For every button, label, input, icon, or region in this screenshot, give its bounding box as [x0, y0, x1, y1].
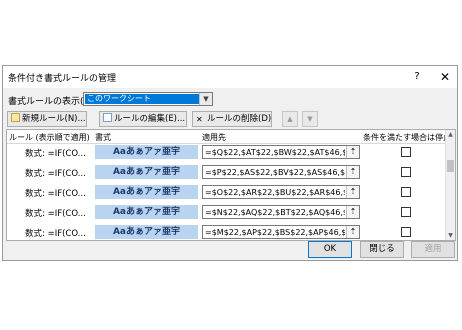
table-row[interactable]: 数式: =IF(CO... Aaあぁアァ亜宇 =$N$22,$AQ$22,$BT…: [7, 203, 447, 222]
table-row[interactable]: 数式: =IF(CO... Aaあぁアァ亜宇 =$M$22,$AP$22,$BS…: [7, 223, 447, 240]
table-header: ルール (表示順で適用) 書式 適用先 条件を満たす場合は停止: [7, 130, 451, 144]
header-format: 書式: [95, 133, 111, 142]
table-row[interactable]: 数式: =IF(CO... Aaあぁアァ亜宇 =$O$22,$AR$22,$BU…: [7, 183, 447, 202]
edit-rule-button[interactable]: ルールの編集(E)...: [99, 111, 187, 127]
range-select-icon[interactable]: ⇡: [346, 206, 359, 218]
rule-formula: 数式: =IF(CO...: [25, 189, 86, 199]
close-icon[interactable]: ✕: [434, 69, 456, 85]
range-select-icon[interactable]: ⇡: [346, 166, 359, 178]
applies-to-field[interactable]: =$P$22,$AS$22,$BV$22,$AS$46,$BV$46 ⇡: [202, 165, 360, 179]
chevron-down-icon[interactable]: ▼: [199, 93, 212, 105]
range-select-icon[interactable]: ⇡: [346, 226, 359, 238]
range-select-icon[interactable]: ⇡: [346, 146, 359, 158]
scroll-down-icon[interactable]: ▼: [446, 231, 455, 240]
vertical-scrollbar[interactable]: ▲ ▼: [445, 130, 455, 240]
stop-if-true-checkbox[interactable]: [401, 227, 411, 237]
applies-to-text: =$P$22,$AS$22,$BV$22,$AS$46,$BV$46: [205, 168, 345, 177]
rule-formula: 数式: =IF(CO...: [25, 149, 86, 159]
move-down-button[interactable]: ▼: [302, 111, 318, 127]
move-up-button[interactable]: ▲: [282, 111, 298, 127]
delete-x-icon: ✕: [196, 115, 203, 124]
apply-button[interactable]: 適用: [411, 241, 455, 258]
rule-toolbar: 新規ルール(N)... ルールの編集(E)... ✕ ルールの削除(D) ▲ ▼: [6, 111, 454, 129]
rule-formula: 数式: =IF(CO...: [25, 229, 86, 239]
close-button[interactable]: 閉じる: [360, 241, 404, 258]
applies-to-field[interactable]: =$Q$22,$AT$22,$BW$22,$AT$46,$BW$46 ⇡: [202, 145, 360, 159]
header-applies-to: 適用先: [202, 133, 226, 142]
header-rule: ルール (表示順で適用): [9, 133, 90, 142]
applies-to-text: =$N$22,$AQ$22,$BT$22,$AQ$46,$BT$46: [205, 208, 345, 217]
applies-to-field[interactable]: =$O$22,$AR$22,$BU$22,$AR$46,$BU$46 ⇡: [202, 185, 360, 199]
title-bar: 条件付き書式ルールの管理 ? ✕: [3, 66, 457, 88]
format-preview: Aaあぁアァ亜宇: [95, 225, 198, 239]
table-row[interactable]: 数式: =IF(CO... Aaあぁアァ亜宇 =$P$22,$AS$22,$BV…: [7, 163, 447, 182]
stop-if-true-checkbox[interactable]: [401, 207, 411, 217]
conditional-format-dialog: 条件付き書式ルールの管理 ? ✕ 書式ルールの表示(S): このワークシート ▼…: [2, 65, 458, 261]
format-preview: Aaあぁアァ亜宇: [95, 185, 198, 199]
new-rule-button[interactable]: 新規ルール(N)...: [7, 111, 87, 127]
scroll-up-icon[interactable]: ▲: [446, 130, 455, 139]
applies-to-text: =$O$22,$AR$22,$BU$22,$AR$46,$BU$46: [205, 188, 345, 197]
ok-button[interactable]: OK: [308, 241, 352, 258]
format-preview: Aaあぁアァ亜宇: [95, 145, 198, 159]
applies-to-text: =$Q$22,$AT$22,$BW$22,$AT$46,$BW$46: [205, 148, 345, 157]
edit-rule-icon: [103, 113, 112, 122]
header-stop-if-true: 条件を満たす場合は停止: [363, 133, 451, 142]
rule-formula: 数式: =IF(CO...: [25, 169, 86, 179]
scroll-thumb[interactable]: [447, 160, 454, 172]
applies-to-field[interactable]: =$M$22,$AP$22,$BS$22,$AP$46,$BS$46 ⇡: [202, 225, 360, 239]
scope-selected-value: このワークシート: [85, 94, 201, 104]
stop-if-true-checkbox[interactable]: [401, 147, 411, 157]
stop-if-true-checkbox[interactable]: [401, 187, 411, 197]
stop-if-true-checkbox[interactable]: [401, 167, 411, 177]
scope-select[interactable]: このワークシート ▼: [83, 92, 213, 106]
table-row[interactable]: 数式: =IF(CO... Aaあぁアァ亜宇 =$Q$22,$AT$22,$BW…: [7, 143, 447, 162]
applies-to-field[interactable]: =$N$22,$AQ$22,$BT$22,$AQ$46,$BT$46 ⇡: [202, 205, 360, 219]
format-preview: Aaあぁアァ亜宇: [95, 205, 198, 219]
delete-rule-button[interactable]: ✕ ルールの削除(D): [192, 111, 272, 127]
help-button[interactable]: ?: [406, 69, 428, 85]
new-rule-icon: [11, 113, 20, 122]
format-preview: Aaあぁアァ亜宇: [95, 165, 198, 179]
rule-formula: 数式: =IF(CO...: [25, 209, 86, 219]
delete-rule-label: ルールの削除(D): [207, 114, 272, 124]
rules-table: ルール (表示順で適用) 書式 適用先 条件を満たす場合は停止 数式: =IF(…: [6, 129, 456, 241]
applies-to-text: =$M$22,$AP$22,$BS$22,$AP$46,$BS$46: [205, 228, 345, 237]
edit-rule-label: ルールの編集(E)...: [114, 114, 186, 124]
dialog-title: 条件付き書式ルールの管理: [8, 74, 117, 84]
range-select-icon[interactable]: ⇡: [346, 186, 359, 198]
new-rule-label: 新規ルール(N)...: [22, 114, 86, 124]
